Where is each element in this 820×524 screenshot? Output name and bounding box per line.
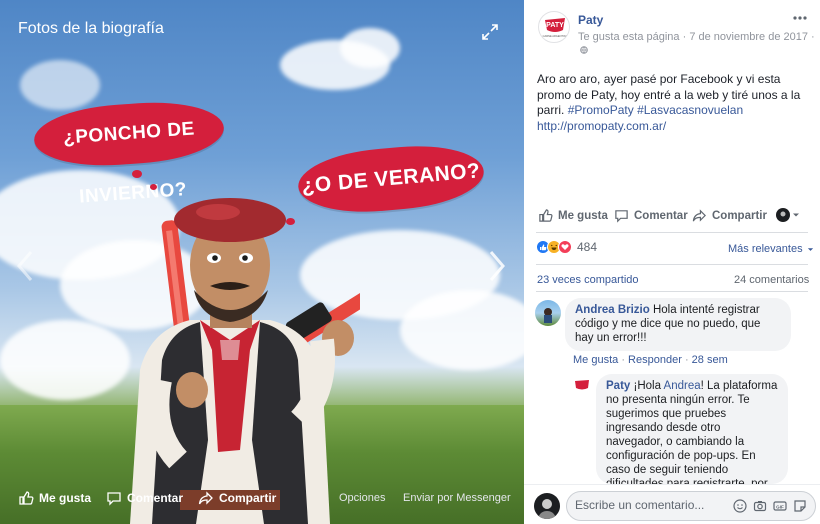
sticker-icon[interactable] [793,499,807,513]
sort-comments-dropdown[interactable]: Más relevantes [728,243,814,255]
man-with-red-batons-illustration [130,198,360,524]
reply-bubble: Paty ¡Hola Andrea! La plataforma no pres… [596,374,788,484]
divider [536,264,808,265]
reactions-count: 484 [577,240,598,254]
cloud [20,60,100,110]
share-button[interactable]: Compartir [692,208,767,223]
meta-separator: · [684,354,689,366]
hashtag-lasvacasnovuelan[interactable]: #Lasvacasnovuelan [637,103,743,117]
thumbs-up-icon [539,209,553,222]
comment-reply-link[interactable]: Responder [628,354,682,366]
photo-like-button[interactable]: Me gusta [18,490,91,506]
post-meta: Te gusta esta página · 7 de noviembre de… [578,31,815,43]
hashtag-promopaty[interactable]: #PromoPaty [568,103,634,117]
globe-icon [580,46,588,54]
page-reply-avatar[interactable] [572,376,592,396]
comment-author-link[interactable]: Andrea Brizio [575,304,650,316]
page-avatar[interactable]: PATY CARNE ARGENTINA [538,11,570,43]
send-messenger-link[interactable]: Enviar por Messenger [403,492,511,504]
cloud [340,28,400,68]
page-name-link[interactable]: Paty [578,13,603,27]
cloud [400,290,524,370]
thumbs-up-icon [19,491,34,505]
post-date[interactable]: 7 de noviembre de 2017 [689,31,808,43]
sort-label: Más relevantes [728,243,803,255]
photo-share-button[interactable]: Compartir [198,490,276,506]
previous-photo-icon[interactable] [14,248,38,284]
camera-icon[interactable] [753,499,767,513]
gif-icon[interactable]: GIF [773,499,787,513]
liked-status[interactable]: Te gusta esta página [578,31,680,43]
comment-like-link[interactable]: Me gusta [573,354,618,366]
svg-text:CARNE ARGENTINA: CARNE ARGENTINA [543,34,568,38]
photo-like-label: Me gusta [39,491,92,505]
emoji-icon[interactable] [733,499,747,513]
share-icon [692,209,706,222]
reply-author-link[interactable]: Paty [606,380,630,392]
svg-text:GIF: GIF [776,504,784,509]
user-avatar[interactable] [534,493,560,519]
svg-text:PATY: PATY [546,22,564,29]
reactions-summary[interactable]: 484 [536,240,597,254]
comment-label: Comentar [634,209,688,222]
post-as-selector[interactable] [776,208,800,222]
bubble-dot [132,170,142,178]
photo-album-title: Fotos de la biografía [18,20,164,37]
post-sidebar: PATY CARNE ARGENTINA Paty Te gusta esta … [524,0,820,524]
profile-avatar-icon [776,208,790,222]
comment-button[interactable]: Comentar [614,208,688,223]
share-icon [198,491,213,505]
photo-share-label: Compartir [219,491,277,505]
photo-comment-label: Comentar [127,491,184,505]
next-photo-icon[interactable] [484,248,508,284]
reply-mention-link[interactable]: Andrea [664,380,701,392]
chevron-down-icon [807,247,813,251]
paty-logo-icon: PATY CARNE ARGENTINA [543,18,568,38]
reply-text-lead: ¡Hola [633,380,661,392]
comment-icon [615,210,628,223]
post-action-bar: Me gusta Comentar Compartir [538,208,808,228]
meta-separator: · [621,354,625,366]
expand-icon[interactable] [480,22,500,42]
share-label: Compartir [712,209,767,222]
divider [536,232,808,233]
comment-time-link[interactable]: 28 sem [692,354,728,366]
chevron-down-icon [793,213,799,217]
love-reaction-icon [558,240,572,254]
photo-viewer[interactable]: Fotos de la biografía ¿PONCHO DE INVIERN… [0,0,524,524]
reply-text: ! La plataforma no presenta ningún error… [606,380,778,484]
photo-action-bar: Me gusta Comentar Compartir Opciones Env… [0,484,524,514]
comment-actions: Me gusta · Responder · 28 sem [573,354,733,366]
meta-separator: · [682,31,687,43]
commenter-avatar[interactable] [535,300,561,326]
comment-bubble: Andrea Brizio Hola intenté registrar cód… [565,298,791,351]
meta-separator: · [811,31,815,43]
post-message: Aro aro aro, ayer pasé por Facebook y vi… [537,72,809,134]
photo-comment-button[interactable]: Comentar [106,490,183,506]
comment-input[interactable] [575,498,725,512]
like-label: Me gusta [558,209,608,222]
comments-count-link[interactable]: 24 comentarios [734,274,809,286]
composer-icons: GIF [733,499,807,513]
comment-icon [107,492,121,506]
promo-link[interactable]: http://promopaty.com.ar/ [537,119,809,135]
comment-input-box: GIF [566,491,816,521]
comment-composer: GIF [524,484,820,524]
more-options-icon[interactable] [792,12,808,24]
photo-options-link[interactable]: Opciones [339,492,385,504]
divider [536,291,808,292]
like-button[interactable]: Me gusta [538,208,608,223]
shares-count-link[interactable]: 23 veces compartido [537,274,639,286]
